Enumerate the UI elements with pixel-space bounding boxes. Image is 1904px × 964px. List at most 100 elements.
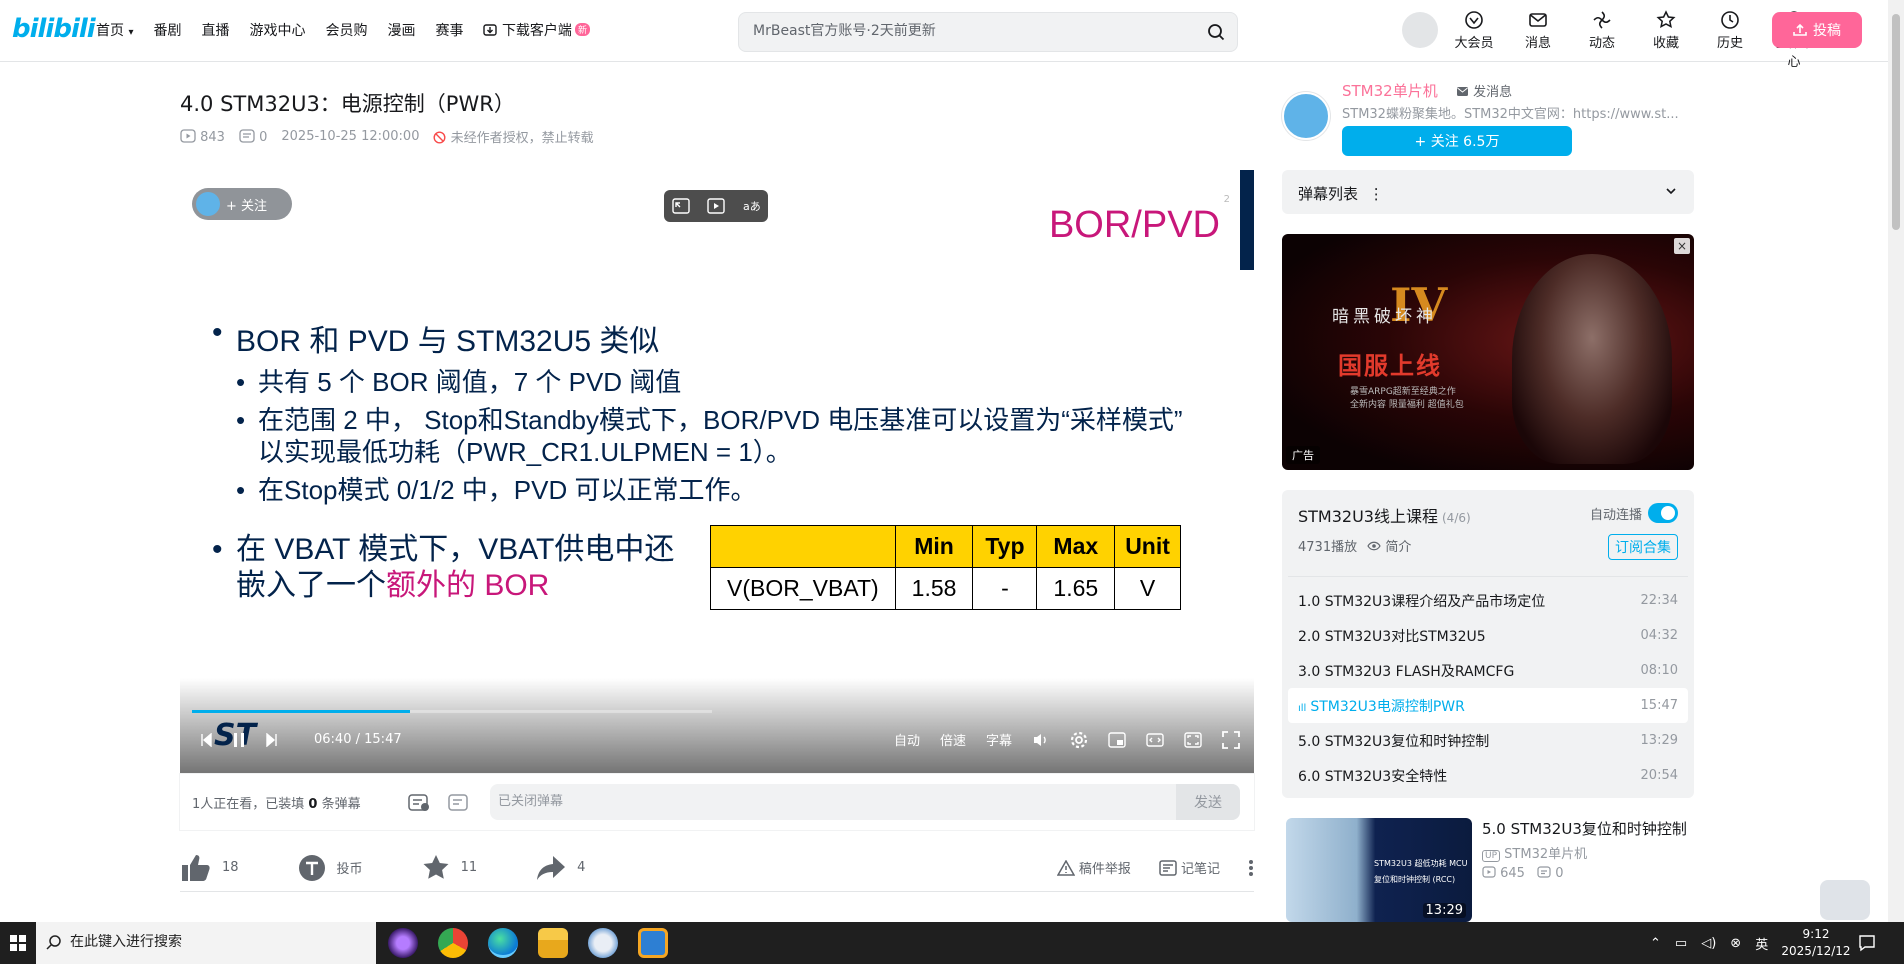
uploader-avatar[interactable] [1282, 92, 1330, 140]
thumbnail-duration: 13:29 [1422, 903, 1466, 918]
pip-icon[interactable] [672, 198, 691, 214]
playlist-title[interactable]: STM32U3线上课程 (4/6) [1298, 503, 1471, 527]
volume-tray-icon[interactable]: ◁) [1701, 936, 1716, 951]
subscribe-collection-button[interactable]: 订阅合集 [1608, 534, 1678, 560]
paint-icon[interactable] [588, 928, 618, 958]
ime-icon[interactable]: 英 [1755, 934, 1768, 953]
notification-icon[interactable] [1858, 934, 1876, 952]
file-explorer-icon[interactable] [538, 928, 568, 958]
danmaku-settings-icon[interactable] [448, 792, 470, 812]
danmaku-input[interactable] [498, 794, 1098, 809]
new-badge: 新 [574, 23, 590, 36]
subtitle-button[interactable]: 字幕 [986, 730, 1012, 749]
danmaku-input-box: 发送 [490, 784, 1240, 820]
recommended-video[interactable]: STM32U3 超低功耗 MCU 复位和时钟控制 (RCC) 13:29 5.0… [1282, 818, 1694, 922]
nav-download-client[interactable]: 下载客户端新 [483, 20, 590, 40]
playlist-item[interactable]: 6.0 STM32U3安全特性 20:54 [1288, 758, 1688, 793]
taskbar-clock[interactable]: 9:12 2025/12/12 [1776, 926, 1856, 960]
share-button[interactable]: 4 [535, 854, 585, 882]
edge-icon[interactable] [488, 928, 518, 958]
start-button[interactable] [0, 922, 36, 964]
header-icons: 大会员 消息 动态 收藏 历史 创作中心 [1450, 10, 1818, 70]
scrollbar-thumb[interactable] [1892, 14, 1900, 230]
no-network-icon[interactable]: ⊗ [1730, 936, 1741, 951]
search-input[interactable] [753, 23, 1193, 39]
send-danmaku-button[interactable]: 发送 [1176, 784, 1240, 820]
bilibili-logo[interactable]: bilibili [12, 14, 96, 44]
vip-icon [1465, 11, 1483, 29]
danmaku-toggle-icon[interactable] [408, 792, 430, 812]
nav-manga[interactable]: 漫画 [387, 20, 415, 40]
follow-button[interactable]: + 关注 6.5万 [1342, 126, 1572, 156]
mini-player-icon[interactable] [1108, 731, 1126, 748]
sub-bullet-2: 在范围 2 中， Stop和Standby模式下，BOR/PVD 电压基准可以设… [212, 404, 1183, 468]
header-dynamic[interactable]: 动态 [1578, 10, 1626, 70]
chevron-up-icon[interactable]: ⌃ [1650, 936, 1661, 951]
favorite-button[interactable]: 11 [421, 853, 477, 883]
screenshot-icon[interactable] [707, 198, 725, 214]
nav-home[interactable]: 首页 ▾ [96, 20, 133, 40]
speed-button[interactable]: 倍速 [940, 730, 966, 749]
search-icon[interactable] [1207, 23, 1225, 41]
ad-close-icon[interactable]: × [1674, 238, 1690, 254]
kebab-icon[interactable]: ⋮ [1369, 185, 1384, 203]
recommended-thumbnail[interactable]: STM32U3 超低功耗 MCU 复位和时钟控制 (RCC) 13:29 [1286, 818, 1472, 922]
header-history[interactable]: 历史 [1706, 10, 1754, 70]
progress-bar[interactable] [192, 710, 712, 713]
translate-icon[interactable]: aあ [742, 198, 760, 214]
slide-title: BOR/PVD [1048, 204, 1220, 246]
pause-icon[interactable] [232, 732, 246, 748]
like-button[interactable]: 18 [180, 853, 239, 883]
playlist-item[interactable]: 1.0 STM32U3课程介绍及产品市场定位 22:34 [1288, 583, 1688, 618]
player-follow-button[interactable]: + 关注 [192, 188, 292, 220]
recommended-channel[interactable]: UP STM32单片机 [1482, 843, 1587, 862]
intro-link[interactable]: 简介 [1367, 540, 1411, 555]
nav-anime[interactable]: 番剧 [153, 20, 181, 40]
fullscreen-icon[interactable] [1222, 730, 1240, 749]
autoplay-toggle[interactable]: 自动连播 [1590, 503, 1678, 523]
copyright-notice: 未经作者授权，禁止转载 [433, 127, 594, 146]
network-icon[interactable]: ▭ [1675, 936, 1687, 951]
upload-button[interactable]: 投稿 [1772, 12, 1862, 48]
table-header [710, 525, 896, 568]
coin-button[interactable]: 投币 [297, 853, 363, 883]
chevron-down-icon[interactable] [1664, 184, 1678, 198]
playlist-item[interactable]: 5.0 STM32U3复位和时钟控制 13:29 [1288, 723, 1688, 758]
header-message[interactable]: 消息 [1514, 10, 1562, 70]
nav-live[interactable]: 直播 [201, 20, 229, 40]
next-icon[interactable] [266, 732, 278, 747]
wide-mode-icon[interactable] [1146, 732, 1164, 748]
floating-chat-icon[interactable] [1820, 880, 1870, 920]
toggle-switch[interactable] [1648, 503, 1678, 523]
recommended-title[interactable]: 5.0 STM32U3复位和时钟控制 [1482, 818, 1687, 839]
note-button[interactable]: 记笔记 [1159, 858, 1220, 877]
taskbar-search-input[interactable] [70, 934, 360, 950]
video-player[interactable]: 2 BOR/PVD BOR 和 PVD 与 STM32U5 类似 共有 5 个 … [180, 170, 1254, 774]
prev-icon[interactable] [200, 732, 212, 747]
more-icon[interactable] [1248, 859, 1254, 877]
send-message-link[interactable]: 发消息 [1456, 81, 1512, 100]
nav-game-center[interactable]: 游戏中心 [249, 20, 305, 40]
report-button[interactable]: 稿件举报 [1056, 858, 1131, 877]
playlist-item[interactable]: 3.0 STM32U3 FLASH及RAMCFG 08:10 [1288, 653, 1688, 688]
header-vip[interactable]: 大会员 [1450, 10, 1498, 70]
danmaku-list-panel[interactable]: 弹幕列表 ⋮ [1282, 170, 1694, 214]
nav-esports[interactable]: 赛事 [435, 20, 463, 40]
web-fullscreen-icon[interactable] [1184, 731, 1202, 748]
search-icon [46, 935, 61, 950]
nav-shop[interactable]: 会员购 [325, 20, 367, 40]
danmaku-stat: 0 [239, 128, 267, 145]
user-avatar[interactable] [1402, 12, 1438, 48]
header-favorite[interactable]: 收藏 [1642, 10, 1690, 70]
ad-banner[interactable]: IV 暗黑破坏神 国服上线 暴雪ARPG超新至经典之作 全新内容 限量福利 超值礼… [1282, 234, 1694, 470]
quality-button[interactable]: 自动 [894, 730, 920, 749]
app-icon-blue[interactable] [638, 928, 668, 958]
playlist-item-active[interactable]: ıll STM32U3电源控制PWR 15:47 [1288, 688, 1688, 723]
settings-icon[interactable] [1070, 731, 1088, 749]
page-scrollbar[interactable] [1888, 0, 1904, 922]
playlist-item[interactable]: 2.0 STM32U3对比STM32U5 04:32 [1288, 618, 1688, 653]
uploader-name[interactable]: STM32单片机 [1342, 80, 1438, 101]
chrome-icon[interactable] [438, 928, 468, 958]
app-icon-purple[interactable] [388, 928, 418, 958]
volume-icon[interactable] [1032, 732, 1050, 748]
